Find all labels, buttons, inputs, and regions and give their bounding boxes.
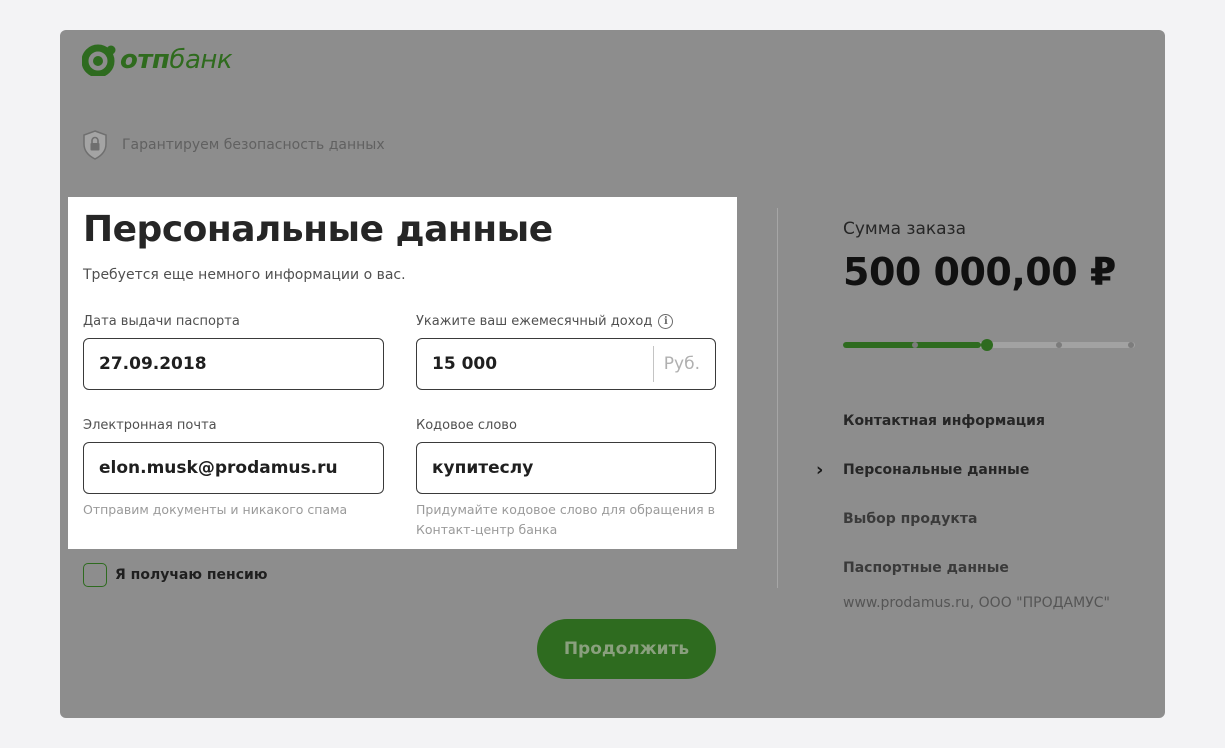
- otp-logo-icon: [82, 44, 116, 76]
- currency-unit: Руб.: [663, 354, 700, 374]
- step-personal-data[interactable]: › Персональные данные: [816, 445, 1045, 494]
- income-label: Укажите ваш ежемесячный доход: [416, 313, 653, 329]
- passport-date-label: Дата выдачи паспорта: [83, 313, 240, 329]
- step-label: Контактная информация: [843, 412, 1045, 429]
- passport-date-value: 27.09.2018: [99, 354, 207, 374]
- code-word-hint: Придумайте кодовое слово для обращения в…: [416, 500, 716, 540]
- step-passport-data[interactable]: Паспортные данные: [843, 543, 1045, 592]
- continue-button[interactable]: Продолжить: [537, 619, 716, 679]
- step-label: Выбор продукта: [843, 510, 978, 527]
- pension-label: Я получаю пенсию: [115, 567, 268, 583]
- steps-list: Контактная информация › Персональные дан…: [816, 396, 1045, 592]
- email-hint: Отправим документы и никакого спама: [83, 502, 348, 517]
- code-word-hint-line-1: Придумайте кодовое слово для обращения в: [416, 502, 716, 517]
- modal-card: отпбанк Гарантируем безопасность данных …: [60, 30, 1165, 718]
- personal-data-form: Персональные данные Требуется еще немног…: [68, 197, 737, 549]
- email-value: elon.musk@prodamus.ru: [99, 458, 338, 478]
- step-contact-info[interactable]: Контактная информация: [843, 396, 1045, 445]
- step-progress-bar: [843, 339, 1135, 351]
- order-sum-label: Сумма заказа: [843, 219, 967, 239]
- income-label-row: Укажите ваш ежемесячный доход i: [416, 312, 716, 330]
- income-value: 15 000: [432, 354, 498, 374]
- email-field: Электронная почта elon.musk@prodamus.ru …: [83, 416, 384, 520]
- progress-dot: [912, 342, 918, 348]
- email-label: Электронная почта: [83, 417, 217, 433]
- vertical-divider: [777, 208, 778, 588]
- code-word-value: купитеслу: [432, 458, 534, 478]
- code-word-label: Кодовое слово: [416, 417, 517, 433]
- step-label: Паспортные данные: [843, 559, 1009, 576]
- passport-date-input[interactable]: 27.09.2018: [83, 338, 384, 390]
- income-field: Укажите ваш ежемесячный доход i 15 000 Р…: [416, 312, 716, 390]
- progress-dot: [1056, 342, 1062, 348]
- code-word-field: Кодовое слово купитеслу Придумайте кодов…: [416, 416, 716, 540]
- footer-note: www.prodamus.ru, ООО "ПРОДАМУС": [843, 595, 1110, 611]
- page-title: Персональные данные: [83, 209, 553, 250]
- email-input[interactable]: elon.musk@prodamus.ru: [83, 442, 384, 494]
- code-word-hint-line-2: Контакт-центр банка: [416, 522, 558, 537]
- order-sum-value: 500 000,00 ₽: [843, 250, 1116, 294]
- security-text: Гарантируем безопасность данных: [122, 137, 385, 153]
- unit-divider: [653, 346, 654, 382]
- page-subtitle: Требуется еще немного информации о вас.: [83, 267, 406, 283]
- passport-date-field: Дата выдачи паспорта 27.09.2018: [83, 312, 384, 390]
- step-product-choice[interactable]: Выбор продукта: [843, 494, 1045, 543]
- otp-bank-logo: отпбанк: [82, 44, 233, 76]
- pension-option[interactable]: Я получаю пенсию: [83, 563, 267, 587]
- info-icon[interactable]: i: [658, 313, 674, 329]
- income-input[interactable]: 15 000 Руб.: [416, 338, 716, 390]
- step-label: Персональные данные: [843, 461, 1030, 478]
- code-word-input[interactable]: купитеслу: [416, 442, 716, 494]
- progress-dot: [1128, 342, 1134, 348]
- progress-current-dot: [981, 339, 993, 351]
- pension-checkbox[interactable]: [83, 563, 107, 587]
- logo-text: отпбанк: [120, 45, 233, 75]
- chevron-right-icon: ›: [816, 459, 824, 480]
- security-notice: Гарантируем безопасность данных: [82, 130, 385, 160]
- shield-lock-icon: [83, 130, 107, 160]
